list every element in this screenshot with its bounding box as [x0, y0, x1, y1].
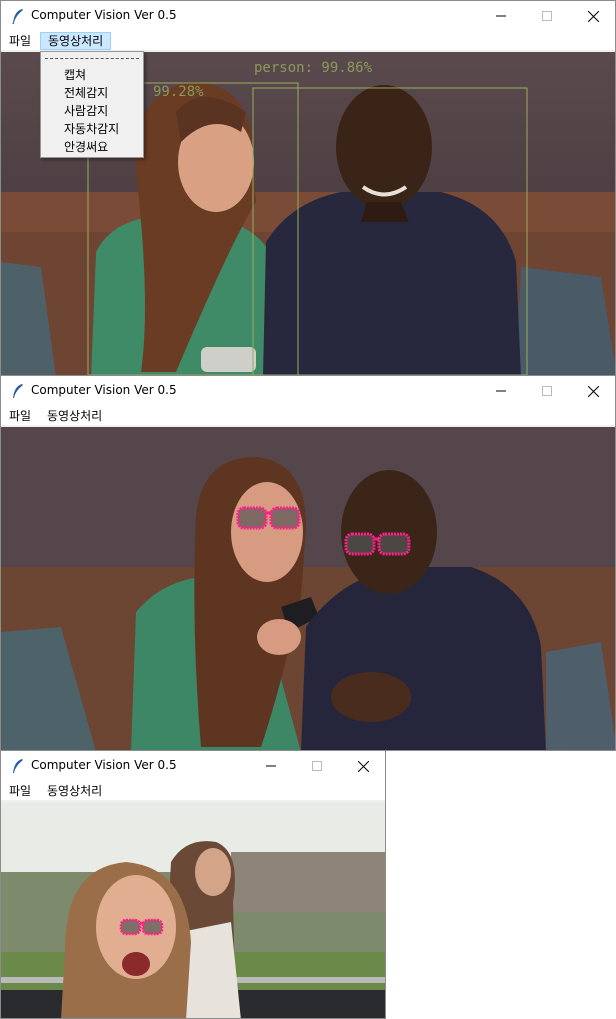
window-title: Computer Vision Ver 0.5 [31, 758, 177, 772]
maximize-button[interactable] [524, 1, 570, 31]
window-title: Computer Vision Ver 0.5 [31, 8, 177, 22]
title-bar[interactable]: Computer Vision Ver 0.5 [1, 1, 615, 31]
menu-item-capture[interactable]: 캡쳐 [41, 66, 143, 84]
close-button[interactable] [570, 1, 615, 31]
menu-bar: 파일 동영상처리 [1, 406, 615, 426]
menu-item-detect-person[interactable]: 사람감지 [41, 102, 143, 120]
window-1: Computer Vision Ver 0.5 파일 동영상처리 person:… [0, 0, 616, 376]
video-frame [1, 802, 385, 1018]
window-title: Computer Vision Ver 0.5 [31, 383, 177, 397]
detection-label: 99.28% [153, 84, 204, 100]
window-3: Computer Vision Ver 0.5 파일 동영상처리 [0, 750, 386, 1019]
video-frame [1, 427, 615, 750]
minimize-icon [496, 390, 506, 392]
close-icon [587, 10, 599, 22]
minimize-icon [266, 765, 276, 767]
menu-file[interactable]: 파일 [2, 32, 38, 50]
feather-icon [13, 384, 23, 398]
minimize-icon [496, 15, 506, 17]
title-bar[interactable]: Computer Vision Ver 0.5 [1, 376, 615, 406]
menu-item-detect-car[interactable]: 자동차감지 [41, 120, 143, 138]
title-bar[interactable]: Computer Vision Ver 0.5 [1, 751, 385, 781]
close-icon [357, 760, 369, 772]
close-button[interactable] [570, 376, 615, 406]
minimize-button[interactable] [478, 376, 524, 406]
menu-video-processing[interactable]: 동영상처리 [40, 32, 112, 50]
maximize-icon [542, 11, 552, 21]
menu-video-processing[interactable]: 동영상처리 [40, 407, 109, 425]
menu-item-detect-all[interactable]: 전체감지 [41, 84, 143, 102]
tear-off-line[interactable] [45, 58, 139, 59]
window-2: Computer Vision Ver 0.5 파일 동영상처리 [0, 375, 616, 751]
menu-file[interactable]: 파일 [2, 407, 38, 425]
feather-icon [13, 759, 23, 773]
menu-item-wear-glasses[interactable]: 안경써요 [41, 138, 143, 156]
menu-bar: 파일 동영상처리 [1, 781, 385, 801]
menu-bar: 파일 동영상처리 [1, 31, 615, 51]
maximize-button[interactable] [294, 751, 340, 781]
minimize-button[interactable] [478, 1, 524, 31]
close-icon [587, 385, 599, 397]
close-button[interactable] [340, 751, 385, 781]
maximize-icon [312, 761, 322, 771]
video-processing-dropdown: 캡쳐 전체감지 사람감지 자동차감지 안경써요 [40, 51, 144, 158]
feather-icon [12, 9, 23, 24]
maximize-button[interactable] [524, 376, 570, 406]
menu-file[interactable]: 파일 [2, 782, 38, 800]
maximize-icon [542, 386, 552, 396]
minimize-button[interactable] [248, 751, 294, 781]
detection-label: person: 99.86% [254, 60, 373, 76]
menu-video-processing[interactable]: 동영상처리 [40, 782, 109, 800]
